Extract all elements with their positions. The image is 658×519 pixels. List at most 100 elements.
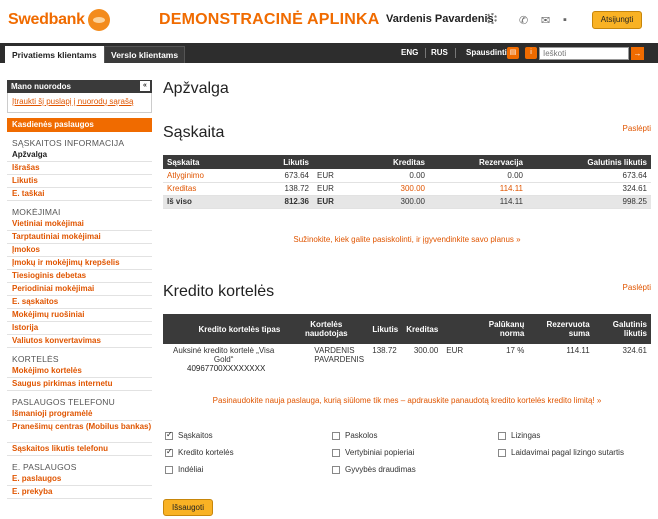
sidebar-item-payment-templates[interactable]: Mokėjimų ruošiniai [7,309,152,322]
sidebar-item-smart-app[interactable]: Išmanioji programėlė [7,408,152,421]
loan-promo-link[interactable]: Sužinokite, kiek galite pasiskolinti, ir… [163,235,651,244]
col-interest-rate: Palūkanų norma [467,314,529,344]
sidebar-item-local-payments[interactable]: Vietiniai mokėjimai [7,218,152,231]
card-type-cell: Auksinė kredito kortelė „Visa Gold“ 4096… [163,344,284,375]
checkbox-unchecked-icon[interactable] [332,448,340,457]
sidebar-item-history[interactable]: Istorija [7,322,152,335]
lang-eng-link[interactable]: ENG [401,48,418,57]
checkbox-unchecked-icon[interactable] [498,448,506,457]
checkbox-checked-icon[interactable] [165,430,173,440]
hide-cards-link[interactable]: Paslėpti [623,283,651,292]
table-header-row: Sąskaita Likutis Kreditas Rezervacija Ga… [163,155,651,169]
hide-accounts-link[interactable]: Paslėpti [623,124,651,133]
mail-icon[interactable]: ✉ [541,14,550,27]
add-link[interactable]: Įtraukti šį puslapį į nuorodų sąrašą [12,97,133,106]
account-name-link[interactable]: Kreditas [163,182,249,196]
checkbox-credit-cards[interactable]: Kredito kortelės [165,447,234,457]
checkbox-loans[interactable]: Paskolos [332,431,377,440]
sidebar-group-title: MOKĖJIMAI [12,207,61,217]
search-input[interactable] [539,47,629,60]
table-row: Kreditas 138.72 EUR 300.00 114.11 324.61 [163,182,651,196]
checkbox-securities[interactable]: Vertybiniai popieriai [332,448,414,457]
print-link[interactable]: Spausdinti [466,48,507,57]
sidebar-item-notification-center[interactable]: Pranešimų centras (Mobilus bankas) [7,421,152,443]
chat-icon[interactable]: ▪ [563,14,567,26]
reservation-cell: 0.00 [429,169,527,183]
swedbank-logo[interactable]: Swedbank [8,9,110,31]
table-row: Atlyginimo 673.64 EUR 0.00 0.00 673.64 [163,169,651,183]
sidebar-item-payment-basket[interactable]: Įmokų ir mokėjimų krepšelis [7,257,152,270]
final-balance-cell: 998.25 [527,195,651,209]
sidebar-group-e-services: E. PASLAUGOS E. paslaugos E. prekyba [7,462,152,499]
my-links-header: Mano nuorodos « [7,80,152,93]
account-name-link[interactable]: Atlyginimo [163,169,249,183]
tab-business-clients[interactable]: Verslo klientams [104,46,186,63]
checkbox-unchecked-icon[interactable] [332,431,340,440]
checkbox-life-insurance[interactable]: Gyvybės draudimas [332,465,416,474]
total-row: Iš viso 812.36 EUR 300.00 114.11 998.25 [163,195,651,209]
sidebar-group-cards: KORTELĖS Mokėjimo kortelės Saugus pirkim… [7,354,152,391]
card-number: 40967700XXXXXXXX [187,364,266,373]
checkbox-accounts[interactable]: Sąskaitos [165,430,213,440]
checkbox-label: Kredito kortelės [178,448,234,457]
sidebar-item-e-commerce[interactable]: E. prekyba [7,486,152,499]
col-currency [442,314,468,344]
sidebar-item-secure-online-shopping[interactable]: Saugus pirkimas internetu [7,378,152,391]
sidebar-item-international-payments[interactable]: Tarptautiniai mokėjimai [7,231,152,244]
sidebar-item-e-points[interactable]: E. taškai [7,188,152,201]
sidebar-item-balance[interactable]: Likutis [7,175,152,188]
balance-cell: 138.72 [372,346,397,355]
header: Swedbank DEMONSTRACINĖ APLINKA Vardenis … [0,0,658,42]
credit-cards-table: Kredito kortelės tipas Kortelės naudotoj… [163,314,651,375]
search-go-arrow-icon[interactable]: → [631,47,644,60]
col-credit: Kreditas [402,314,443,344]
credit-cards-section-title: Kredito kortelės [163,283,275,300]
sidebar-item-payment-cards[interactable]: Mokėjimo kortelės [7,365,152,378]
sidebar-item-overview[interactable]: Apžvalga [7,149,152,162]
balance-cell: 138.72 [249,182,313,196]
sidebar-item-balance-by-phone[interactable]: Sąskaitos likutis telefonu [7,443,152,456]
sidebar-group-phone-services: PASLAUGOS TELEFONU Išmanioji programėlė … [7,397,152,456]
checkbox-checked-icon[interactable] [165,447,173,457]
sidebar-item-direct-debit[interactable]: Tiesioginis debetas [7,270,152,283]
sidebar-item-payments[interactable]: Įmokos [7,244,152,257]
daily-services-header[interactable]: Kasdienės paslaugos [7,118,152,132]
page-title: Apžvalga [163,80,229,97]
tab-private-clients[interactable]: Privatiems klientams [5,46,104,63]
checkbox-unchecked-icon[interactable] [165,465,173,474]
nav-divider [425,48,426,58]
print-icon[interactable]: ▤ [507,47,519,59]
card-user-cell: VARDENIS PAVARDENIS [314,346,365,364]
collapse-icon[interactable]: « [140,81,150,91]
sidebar-item-statement[interactable]: Išrašas [7,162,152,175]
sidebar-item-currency-exchange[interactable]: Valiutos konvertavimas [7,335,152,348]
checkbox-deposits[interactable]: Indėliai [165,465,203,474]
sidebar: Mano nuorodos « Įtraukti šį puslapį į nu… [7,80,152,499]
sidebar-group-accounts: SĄSKAITOS INFORMACIJA Apžvalga Išrašas L… [7,138,152,201]
col-balance: Likutis [368,314,403,344]
sidebar-item-e-services[interactable]: E. paslaugos [7,473,152,486]
checkbox-leasing[interactable]: Lizingas [498,431,540,440]
interest-rate-cell: 17 % [506,346,525,355]
currency-cell: EUR [313,182,343,196]
checkbox-label: Indėliai [178,465,204,474]
card-type: Auksinė kredito kortelė „Visa Gold“ [173,346,275,364]
insurance-promo-link[interactable]: Pasinaudokite nauja paslauga, kurią siūl… [163,396,651,405]
logout-button[interactable]: Atsijungti [592,11,642,29]
phone-icon[interactable]: ✆ [519,14,528,27]
checkbox-leasing-guarantees[interactable]: Laidavimai pagal lizingo sutartis [498,448,624,457]
checkbox-unchecked-icon[interactable] [498,431,506,440]
sidebar-item-periodic-payments[interactable]: Periodiniai mokėjimai [7,283,152,296]
checkbox-unchecked-icon[interactable] [332,465,340,474]
lang-rus-link[interactable]: RUS [431,48,448,57]
final-balance-cell: 673.64 [527,169,651,183]
sidebar-item-e-invoices[interactable]: E. sąskaitos [7,296,152,309]
col-final-balance: Galutinis likutis [593,314,651,344]
credit-cell: 300.00 [413,346,439,355]
sidebar-group-title: PASLAUGOS TELEFONU [12,397,115,407]
gear-icon[interactable] [486,13,497,24]
info-icon[interactable]: i [525,47,537,59]
final-balance-cell: 324.61 [527,182,651,196]
save-button[interactable]: Išsaugoti [163,499,213,516]
sidebar-group-title: KORTELĖS [12,354,59,364]
